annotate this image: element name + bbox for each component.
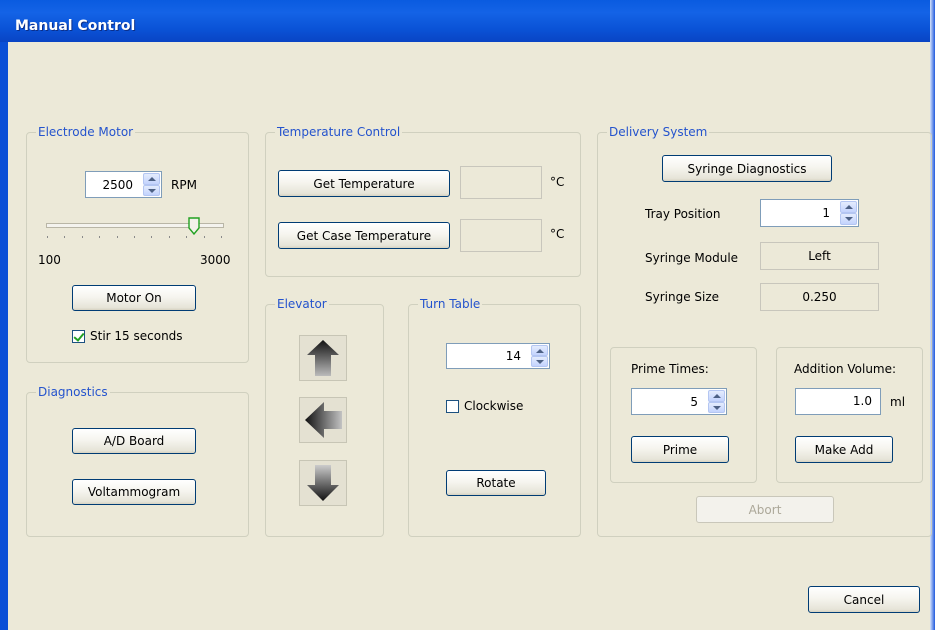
addition-volume-field[interactable]: 1.0	[795, 388, 881, 415]
stir-checkbox[interactable]	[72, 330, 85, 343]
prime-times-group: Prime Times: 5 Prime	[610, 347, 757, 483]
prime-times-spinner[interactable]: 5	[631, 388, 727, 415]
elevator-down-button[interactable]	[299, 460, 347, 506]
window-title: Manual Control	[15, 18, 136, 34]
slider-tick	[151, 236, 152, 238]
slider-thumb[interactable]	[188, 217, 200, 235]
slider-max-label: 3000	[200, 253, 231, 267]
syringe-size-label: Syringe Size	[645, 290, 720, 304]
tray-position-value: 1	[822, 206, 830, 220]
slider-tick	[204, 236, 205, 238]
syringe-size-field: 0.250	[760, 283, 879, 311]
case-temperature-unit-label: °C	[550, 227, 565, 241]
temperature-field	[460, 166, 542, 199]
rpm-spin-buttons[interactable]	[143, 173, 160, 196]
rpm-slider[interactable]	[46, 215, 226, 241]
temperature-control-title: Temperature Control	[275, 124, 403, 140]
turn-table-value: 14	[505, 349, 521, 363]
arrow-up-icon	[307, 340, 339, 376]
stir-label: Stir 15 seconds	[90, 329, 183, 343]
window-border-left	[0, 42, 8, 630]
delivery-system-title: Delivery System	[607, 124, 710, 140]
arrow-left-icon	[305, 402, 342, 438]
slider-tick	[169, 236, 170, 238]
turn-table-up-arrow-icon[interactable]	[531, 345, 548, 356]
rotate-button[interactable]: Rotate	[446, 470, 546, 496]
slider-tick	[117, 236, 118, 238]
dialog-body: Electrode Motor 2500 RPM 100 3000 Motor …	[8, 42, 932, 630]
turn-table-down-arrow-icon[interactable]	[531, 356, 548, 367]
elevator-up-button[interactable]	[299, 335, 347, 381]
slider-tick	[134, 236, 135, 238]
slider-tick	[47, 236, 48, 238]
get-temperature-button[interactable]: Get Temperature	[278, 170, 450, 197]
tray-position-up-arrow-icon[interactable]	[840, 201, 857, 213]
turn-table-group: Turn Table 14 Clockwise Rotate	[408, 296, 581, 537]
slider-tick	[64, 236, 65, 238]
turn-table-spinner[interactable]: 14	[446, 343, 550, 369]
addition-volume-label: Addition Volume:	[794, 362, 897, 376]
syringe-module-value: Left	[808, 249, 831, 263]
prime-times-spin-buttons[interactable]	[708, 390, 725, 413]
electrode-motor-group: Electrode Motor 2500 RPM 100 3000 Motor …	[26, 124, 249, 363]
addition-volume-unit-label: ml	[890, 395, 906, 409]
slider-tick	[82, 236, 83, 238]
slider-min-label: 100	[38, 253, 61, 267]
rpm-up-arrow-icon[interactable]	[143, 173, 160, 185]
addition-volume-value: 1.0	[852, 394, 872, 408]
arrow-down-icon	[307, 465, 339, 501]
turn-table-spin-buttons[interactable]	[531, 345, 548, 367]
syringe-size-value: 0.250	[802, 290, 837, 304]
elevator-left-button[interactable]	[299, 397, 347, 443]
syringe-module-field: Left	[760, 242, 879, 270]
get-case-temperature-button[interactable]: Get Case Temperature	[278, 222, 450, 249]
slider-tick	[221, 236, 222, 238]
prime-times-label: Prime Times:	[631, 362, 709, 376]
addition-volume-group: Addition Volume: 1.0 ml Make Add	[776, 347, 923, 483]
voltammogram-button[interactable]: Voltammogram	[72, 479, 196, 505]
prime-times-up-arrow-icon[interactable]	[708, 390, 725, 402]
prime-times-down-arrow-icon[interactable]	[708, 401, 725, 413]
slider-tick	[99, 236, 100, 238]
make-add-button[interactable]: Make Add	[795, 436, 893, 463]
turn-table-title: Turn Table	[418, 296, 483, 312]
tray-position-spinner[interactable]: 1	[760, 199, 859, 227]
diagnostics-group: Diagnostics A/D Board Voltammogram	[26, 384, 249, 537]
prime-button[interactable]: Prime	[631, 436, 729, 463]
slider-tick	[186, 236, 187, 238]
elevator-group: Elevator	[265, 296, 384, 537]
rpm-down-arrow-icon[interactable]	[143, 184, 160, 196]
temperature-unit-label: °C	[550, 175, 565, 189]
cancel-button[interactable]: Cancel	[808, 586, 920, 613]
ad-board-button[interactable]: A/D Board	[72, 428, 196, 454]
clockwise-checkbox[interactable]	[446, 400, 459, 413]
elevator-title: Elevator	[275, 296, 329, 312]
title-bar: Manual Control	[0, 0, 935, 42]
tray-position-spin-buttons[interactable]	[840, 201, 857, 225]
rpm-value: 2500	[102, 177, 133, 192]
motor-on-button[interactable]: Motor On	[72, 285, 196, 311]
case-temperature-field	[460, 219, 542, 252]
clockwise-label: Clockwise	[464, 399, 524, 413]
temperature-control-group: Temperature Control Get Temperature °C G…	[265, 124, 581, 277]
syringe-diagnostics-button[interactable]: Syringe Diagnostics	[662, 155, 832, 182]
rpm-unit-label: RPM	[171, 178, 197, 192]
syringe-module-label: Syringe Module	[645, 251, 739, 265]
rpm-spinner[interactable]: 2500	[85, 171, 162, 198]
delivery-system-group: Delivery System Syringe Diagnostics Tray…	[597, 124, 932, 537]
diagnostics-title: Diagnostics	[36, 384, 110, 400]
tray-position-label: Tray Position	[645, 207, 721, 221]
electrode-motor-title: Electrode Motor	[36, 124, 136, 140]
tray-position-down-arrow-icon[interactable]	[840, 213, 857, 225]
abort-button[interactable]: Abort	[696, 496, 834, 523]
prime-times-value: 5	[690, 394, 698, 409]
